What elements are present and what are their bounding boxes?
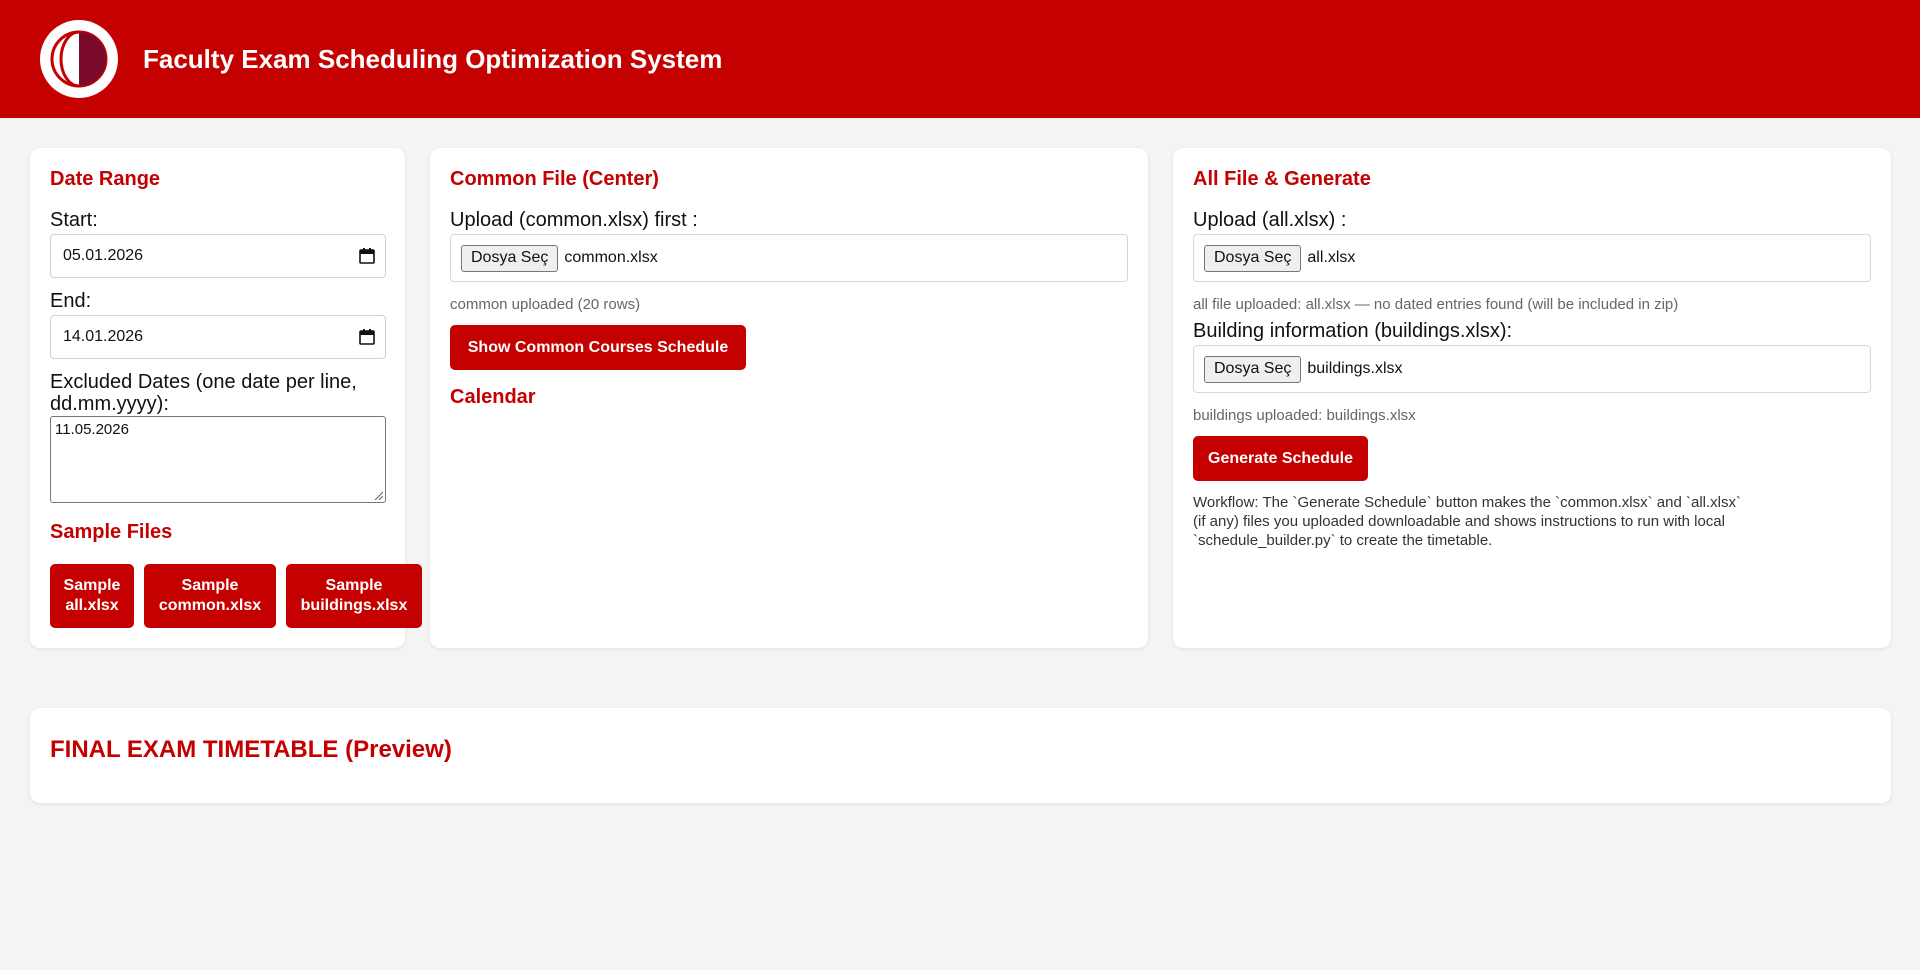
excluded-dates-textarea[interactable]: 11.05.2026 [50,416,386,503]
calendar-icon[interactable] [359,329,375,345]
all-file-title: All File & Generate [1193,168,1371,190]
sample-files-title: Sample Files [50,521,173,543]
all-upload-status: all file uploaded: all.xlsx — no dated e… [1193,296,1679,313]
app-header: Faculty Exam Scheduling Optimization Sys… [0,0,1920,118]
workflow-description: Workflow: The `Generate Schedule` button… [1193,494,1741,549]
building-file-input[interactable]: Dosya Seç buildings.xlsx [1193,345,1871,393]
sample-buildings-line1: Sample [325,577,383,594]
common-file-choose-button[interactable]: Dosya Seç [461,244,559,272]
date-range-title: Date Range [50,168,161,190]
show-common-schedule-button[interactable]: Show Common Courses Schedule [450,325,746,370]
common-file-title: Common File (Center) [450,168,659,190]
common-file-input[interactable]: Dosya Seç common.xlsx [450,234,1128,282]
building-info-label: Building information (buildings.xlsx): [1193,320,1513,342]
sample-buildings-button[interactable]: Sample buildings.xlsx [286,564,422,628]
date-range-card: Date Range Start: 05.01.2026 End: 14.01.… [30,148,422,648]
end-date-input[interactable]: 14.01.2026 [50,315,386,359]
start-label: Start: [50,209,98,231]
excluded-dates-label: Excluded Dates (one date per line, dd.mm… [50,371,357,415]
start-date-value: 05.01.2026 [63,247,144,264]
all-file-choose-button[interactable]: Dosya Seç [1204,244,1302,272]
sample-all-line2: all.xlsx [65,597,119,614]
all-file-input[interactable]: Dosya Seç all.xlsx [1193,234,1871,282]
end-date-value: 14.01.2026 [63,328,144,345]
all-file-card: All File & Generate Upload (all.xlsx) : … [1173,148,1891,648]
building-file-choose-button[interactable]: Dosya Seç [1204,355,1302,383]
common-upload-label: Upload (common.xlsx) first : [450,209,698,231]
generate-schedule-button[interactable]: Generate Schedule [1193,436,1368,481]
common-upload-status: common uploaded (20 rows) [450,296,641,313]
excluded-dates-value: 11.05.2026 [55,421,129,438]
building-upload-status: buildings uploaded: buildings.xlsx [1193,407,1416,424]
sample-common-line1: Sample [181,577,239,594]
start-date-input[interactable]: 05.01.2026 [50,234,386,278]
calendar-icon[interactable] [359,248,375,264]
building-file-name: buildings.xlsx [1307,360,1403,377]
sample-files-buttons: Sample all.xlsx Sample common.xlsx Sampl… [50,564,450,628]
common-file-card: Common File (Center) Upload (common.xlsx… [430,148,1148,648]
sample-all-line1: Sample [63,577,121,594]
app-title: Faculty Exam Scheduling Optimization Sys… [143,43,723,74]
all-file-name: all.xlsx [1307,249,1356,266]
timetable-preview-card: FINAL EXAM TIMETABLE (Preview) [30,708,1891,803]
timetable-preview-title: FINAL EXAM TIMETABLE (Preview) [50,736,452,763]
common-file-name: common.xlsx [564,249,658,266]
sample-all-button[interactable]: Sample all.xlsx [50,564,134,628]
end-label: End: [50,290,92,312]
university-logo-icon [40,20,118,98]
calendar-title: Calendar [450,386,536,408]
all-upload-label: Upload (all.xlsx) : [1193,209,1347,231]
resize-grip-icon[interactable] [373,490,383,500]
sample-buildings-line2: buildings.xlsx [300,597,408,614]
sample-common-button[interactable]: Sample common.xlsx [144,564,276,628]
sample-common-line2: common.xlsx [158,597,262,614]
